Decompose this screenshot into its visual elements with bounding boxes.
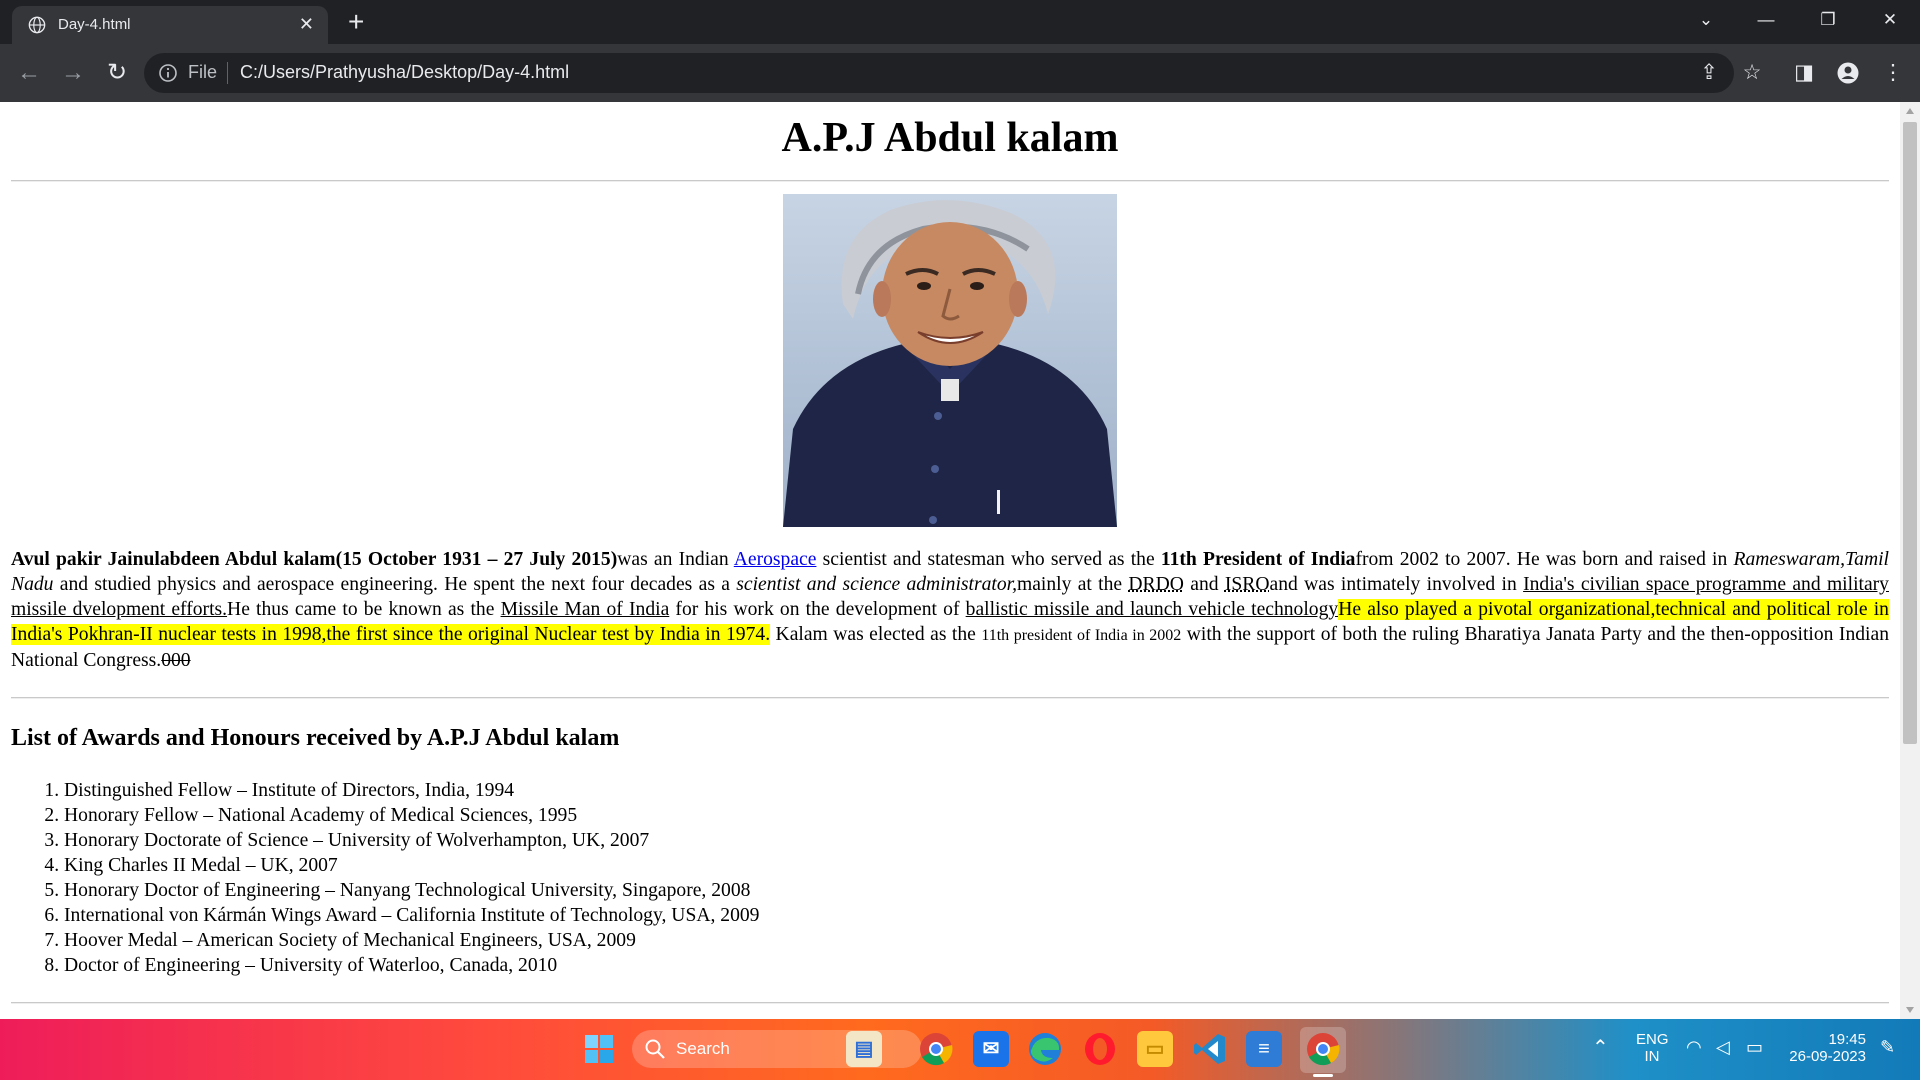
file-explorer-icon[interactable]: ▭ — [1137, 1031, 1173, 1067]
restore-button[interactable]: ❐ — [1808, 8, 1848, 32]
address-divider — [227, 62, 228, 84]
clock[interactable]: 19:45 26-09-2023 — [1782, 1031, 1866, 1065]
portrait-container — [11, 194, 1889, 527]
battery-icon[interactable]: ▭ — [1746, 1037, 1763, 1058]
search-icon — [645, 1039, 665, 1059]
reload-button[interactable]: ↻ — [102, 58, 132, 88]
drdo-abbr: DRDO — [1128, 574, 1184, 595]
url-text[interactable]: C:/Users/Prathyusha/Desktop/Day-4.html — [240, 62, 569, 83]
bio-text: and was intimately involved in — [1269, 574, 1524, 595]
browser-tab-strip: Day-4.html ✕ + ⌄ — ❐ ✕ — [0, 0, 1920, 44]
address-bar[interactable]: File C:/Users/Prathyusha/Desktop/Day-4.h… — [144, 53, 1734, 93]
star-icon[interactable]: ☆ — [1735, 56, 1769, 90]
edge-icon[interactable] — [1027, 1031, 1063, 1067]
tab-title: Day-4.html — [58, 16, 131, 33]
notepad-icon[interactable]: ≡ — [1246, 1031, 1282, 1067]
bio-missile-man: Missile Man of India — [500, 599, 670, 620]
award-item: Honorary Doctor of Engineering – Nanyang… — [64, 878, 1889, 903]
info-icon[interactable] — [158, 63, 178, 83]
page-title: A.P.J Abdul kalam — [781, 115, 1119, 161]
vertical-scrollbar[interactable] — [1900, 102, 1920, 1019]
search-label: Search — [676, 1039, 730, 1058]
windows-start-icon[interactable] — [583, 1033, 615, 1065]
volume-icon[interactable]: ◁ — [1716, 1037, 1730, 1058]
opera-icon[interactable] — [1082, 1031, 1118, 1067]
address-scheme-label: File — [188, 62, 218, 82]
page-viewport: A.P.J Abdul kalam Avul pakir Jainulabdee… — [0, 102, 1900, 1019]
bio-role: scientist and science administrator, — [736, 574, 1017, 595]
browser-toolbar: ← → ↻ File C:/Users/Prathyusha/Desktop/D… — [0, 44, 1920, 102]
profile-icon[interactable] — [1831, 56, 1865, 90]
bio-text: from 2002 to 2007. He was born and raise… — [1355, 549, 1734, 570]
globe-icon — [28, 16, 46, 34]
files-photos-icon[interactable]: ▤ — [846, 1031, 882, 1067]
divider — [11, 1002, 1889, 1004]
award-item: International von Kármán Wings Award – C… — [64, 903, 1889, 928]
bio-text: mainly at the — [1016, 574, 1129, 595]
sidebar-icon[interactable]: ◨ — [1787, 56, 1821, 90]
page-content: A.P.J Abdul kalam Avul pakir Jainulabdee… — [0, 114, 1900, 1004]
region-code: IN — [1644, 1048, 1660, 1065]
award-item: Honorary Doctorate of Science – Universi… — [64, 828, 1889, 853]
bio-text: was an Indian — [617, 549, 734, 570]
notification-icon[interactable]: ✎ — [1880, 1037, 1895, 1058]
chevron-up-icon[interactable]: ⌃ — [1592, 1035, 1609, 1060]
isro-abbr: ISRO — [1224, 574, 1270, 595]
clock-date: 26-09-2023 — [1789, 1048, 1866, 1065]
chrome-icon[interactable] — [918, 1031, 954, 1067]
share-icon[interactable]: ⇪ — [1692, 56, 1726, 90]
minimize-button[interactable]: — — [1746, 8, 1786, 32]
award-item: King Charles II Medal – UK, 2007 — [64, 853, 1889, 878]
language-indicator[interactable]: ENG IN — [1636, 1031, 1669, 1065]
active-app-indicator — [1313, 1074, 1333, 1077]
forward-button[interactable]: → — [58, 58, 88, 88]
award-item: Hoover Medal – American Society of Mecha… — [64, 928, 1889, 953]
new-tab-button[interactable]: + — [348, 6, 364, 38]
biography-paragraph: Avul pakir Jainulabdeen Abdul kalam(15 O… — [11, 547, 1889, 673]
scrollbar-thumb[interactable] — [1903, 122, 1917, 744]
browser-tab[interactable]: Day-4.html ✕ — [12, 6, 328, 44]
vscode-icon[interactable] — [1192, 1031, 1228, 1067]
bio-ballistic: ballistic missile and launch vehicle tec… — [965, 599, 1339, 620]
language-code: ENG — [1636, 1031, 1669, 1048]
bio-strikethrough: 000 — [161, 650, 191, 671]
divider — [11, 697, 1889, 699]
bio-text: and studied physics and aerospace engine… — [53, 574, 737, 595]
awards-heading: List of Awards and Honours received by A… — [11, 725, 620, 751]
wifi-icon[interactable]: ◠ — [1686, 1037, 1702, 1058]
close-tab-icon[interactable]: ✕ — [299, 13, 314, 35]
clock-time: 19:45 — [1828, 1031, 1866, 1048]
bio-name-dates: Avul pakir Jainulabdeen Abdul kalam(15 O… — [11, 549, 618, 570]
award-item: Honorary Fellow – National Academy of Me… — [64, 803, 1889, 828]
bio-president: 11th President of India — [1160, 549, 1356, 570]
windows-taskbar: Search ▤ ✉ ▭ ≡ ⌃ ENG IN ◠ ◁ ▭ 19:45 26-0… — [0, 1019, 1920, 1080]
award-item: Distinguished Fellow – Institute of Dire… — [64, 778, 1889, 803]
chrome-active-icon[interactable] — [1305, 1031, 1341, 1067]
bio-text: He thus came to be known as the — [227, 599, 501, 620]
bio-text: and — [1183, 574, 1225, 595]
scroll-up-arrow-icon[interactable] — [1906, 108, 1914, 114]
close-window-button[interactable]: ✕ — [1870, 8, 1910, 32]
mail-icon[interactable]: ✉ — [973, 1031, 1009, 1067]
bio-text: scientist and statesman who served as th… — [816, 549, 1161, 570]
divider — [11, 180, 1889, 182]
tab-search-chevron-icon[interactable]: ⌄ — [1686, 8, 1726, 32]
menu-icon[interactable]: ⋮ — [1876, 56, 1910, 90]
award-item: Doctor of Engineering – University of Wa… — [64, 953, 1889, 978]
awards-list: Distinguished Fellow – Institute of Dire… — [11, 778, 1889, 978]
bio-small-text: 11th president of India in 2002 — [981, 627, 1182, 644]
aerospace-link[interactable]: Aerospace — [734, 549, 817, 570]
back-button[interactable]: ← — [14, 58, 44, 88]
portrait-image — [783, 194, 1117, 527]
scroll-down-arrow-icon[interactable] — [1906, 1007, 1914, 1013]
bio-text: for his work on the development of — [669, 599, 966, 620]
bio-text: Kalam was elected as the — [770, 624, 982, 645]
